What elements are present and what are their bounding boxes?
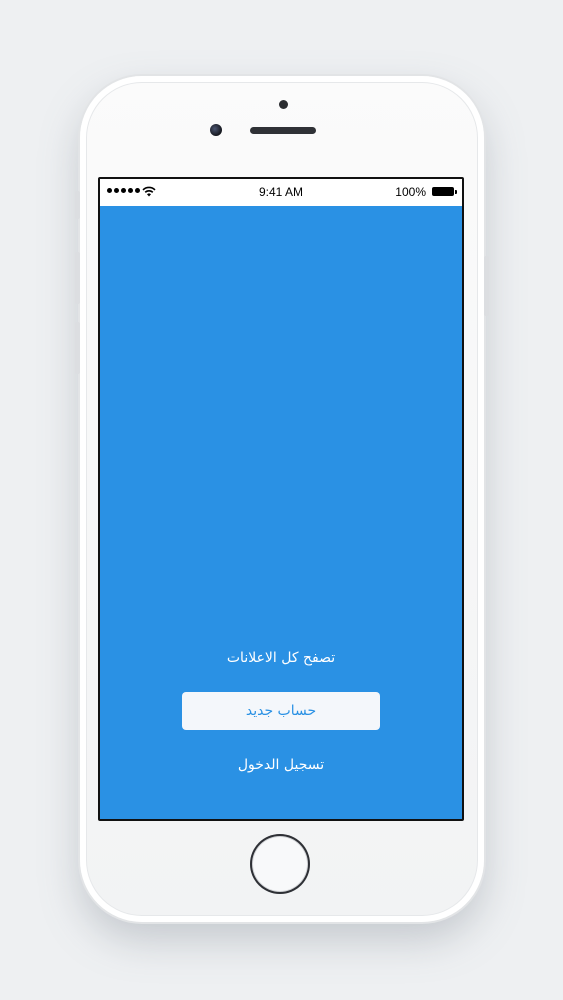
browse-all-ads-link[interactable]: تصفح كل الاعلانات (100, 650, 462, 666)
volume-down-button (75, 322, 80, 374)
mute-switch (75, 191, 80, 219)
app-screen: 9:41 AM 100% تصفح كل الاعلانات حساب جديد… (100, 179, 462, 819)
volume-up-button (75, 252, 80, 304)
home-button[interactable] (250, 834, 310, 894)
front-camera-icon (210, 124, 222, 136)
new-account-button-label: حساب جديد (245, 703, 317, 719)
status-bar: 9:41 AM 100% (100, 179, 462, 206)
phone-frame: 9:41 AM 100% تصفح كل الاعلانات حساب جديد… (75, 76, 489, 922)
earpiece-speaker (250, 127, 316, 134)
login-link[interactable]: تسجيل الدخول (100, 757, 462, 773)
new-account-button[interactable]: حساب جديد (182, 692, 380, 730)
battery-percentage: 100% (395, 185, 426, 199)
screen: 9:41 AM 100% تصفح كل الاعلانات حساب جديد… (98, 177, 464, 821)
power-button (484, 256, 489, 316)
battery-icon (432, 187, 457, 196)
proximity-sensor (279, 100, 288, 109)
